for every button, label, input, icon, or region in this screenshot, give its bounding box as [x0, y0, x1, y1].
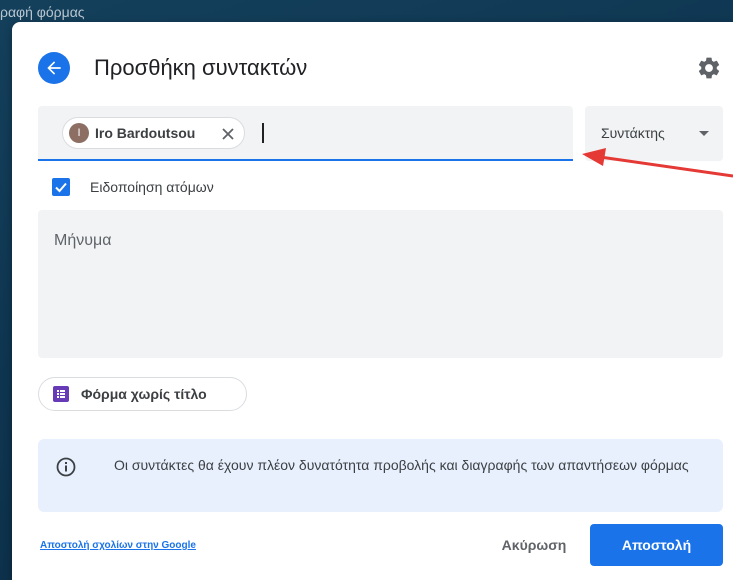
notify-people-option[interactable]: Ειδοποίηση ατόμων [52, 177, 214, 197]
avatar: I [69, 123, 89, 143]
text-cursor [262, 123, 264, 143]
send-button[interactable]: Αποστολή [590, 524, 723, 566]
back-button[interactable] [38, 52, 70, 84]
add-editors-dialog: Προσθήκη συντακτών I Iro Bardoutsou Συντ… [12, 22, 733, 580]
recipient-chip[interactable]: I Iro Bardoutsou [62, 117, 245, 149]
close-icon [222, 128, 234, 140]
notify-checkbox[interactable] [52, 178, 70, 196]
form-list-icon [53, 386, 69, 402]
feedback-link[interactable]: Αποστολή σχολίων στην Google [40, 540, 196, 551]
notify-label: Ειδοποίηση ατόμων [90, 179, 214, 195]
background-form-title: ραφή φόρμας [0, 4, 85, 20]
message-placeholder: Μήνυμα [54, 232, 112, 249]
info-banner: Οι συντάκτες θα έχουν πλέον δυνατότητα π… [38, 439, 723, 512]
message-textarea[interactable]: Μήνυμα [38, 210, 723, 358]
info-text: Οι συντάκτες θα έχουν πλέον δυνατότητα π… [114, 457, 689, 473]
role-dropdown[interactable]: Συντάκτης [585, 106, 723, 161]
check-icon [55, 182, 67, 193]
settings-button[interactable] [696, 55, 722, 81]
cancel-button[interactable]: Ακύρωση [484, 524, 584, 566]
gear-icon [698, 57, 720, 79]
recipient-name: Iro Bardoutsou [95, 125, 196, 141]
form-title: Φόρμα χωρίς τίτλο [81, 386, 207, 402]
form-attachment-chip[interactable]: Φόρμα χωρίς τίτλο [38, 377, 247, 411]
recipients-input[interactable]: I Iro Bardoutsou [38, 106, 573, 161]
dialog-title: Προσθήκη συντακτών [94, 55, 308, 80]
dropdown-arrow-icon [699, 131, 709, 136]
role-selected-value: Συντάκτης [601, 125, 665, 141]
info-icon [56, 457, 76, 477]
arrow-back-icon [47, 61, 61, 75]
remove-recipient-button[interactable] [221, 127, 235, 141]
